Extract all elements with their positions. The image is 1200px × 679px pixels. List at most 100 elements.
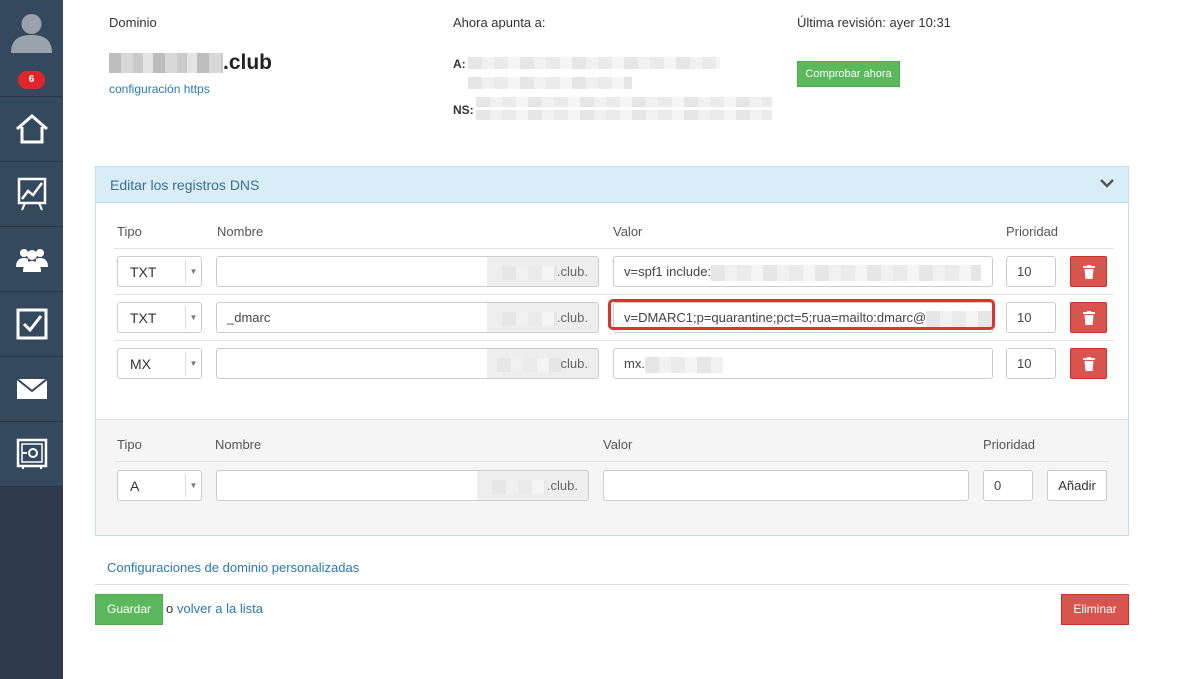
col-priority-header: Prioridad bbox=[1006, 224, 1059, 239]
trash-icon bbox=[1082, 310, 1095, 325]
dns-panel-header[interactable]: Editar los registros DNS bbox=[96, 167, 1128, 203]
redacted-suffix bbox=[501, 265, 557, 280]
divider bbox=[95, 584, 1129, 585]
col-name-header: Nombre bbox=[217, 224, 264, 239]
sidebar-item-mail[interactable] bbox=[0, 357, 63, 422]
record-name-input[interactable] bbox=[216, 348, 488, 379]
delete-record-button[interactable] bbox=[1070, 348, 1107, 379]
or-text: o bbox=[166, 601, 174, 616]
mail-icon bbox=[15, 378, 48, 399]
suffix-text: club. bbox=[560, 356, 588, 371]
dropdown-arrow-icon: ▼ bbox=[185, 474, 201, 497]
dropdown-arrow-icon: ▼ bbox=[185, 352, 201, 375]
dropdown-arrow-icon: ▼ bbox=[185, 260, 201, 283]
redacted-ns-value-2 bbox=[476, 110, 772, 120]
trash-icon bbox=[1082, 264, 1095, 279]
trash-icon bbox=[1082, 356, 1095, 371]
avatar-icon[interactable] bbox=[10, 10, 53, 53]
add-record-section: Tipo Nombre Valor Prioridad A ▼ .club. 0… bbox=[96, 419, 1128, 535]
sidebar-item-tasks[interactable] bbox=[0, 292, 63, 357]
ns-record-label: NS: bbox=[453, 103, 474, 117]
redacted-suffix bbox=[491, 479, 547, 494]
divider bbox=[114, 340, 1114, 341]
redacted-domain bbox=[109, 53, 223, 74]
record-type-value: TXT bbox=[130, 264, 157, 280]
delete-record-button[interactable] bbox=[1070, 302, 1107, 333]
divider bbox=[114, 294, 1114, 295]
sidebar-item-home[interactable] bbox=[0, 97, 63, 162]
domain-suffix: .club. bbox=[487, 256, 599, 287]
sidebar-item-stats[interactable] bbox=[0, 162, 63, 227]
divider bbox=[114, 248, 1114, 249]
record-value-text: mx. bbox=[624, 356, 645, 371]
dns-panel-title: Editar los registros DNS bbox=[110, 177, 260, 193]
new-type-header: Tipo bbox=[117, 437, 142, 452]
redacted-a-value-2 bbox=[468, 77, 632, 89]
new-record-priority-input[interactable]: 0 bbox=[983, 470, 1033, 501]
sidebar-profile: 6 bbox=[0, 0, 63, 97]
sidebar-item-users[interactable] bbox=[0, 227, 63, 292]
col-value-header: Valor bbox=[613, 224, 643, 239]
new-record-type-value: A bbox=[130, 478, 140, 494]
suffix-text: .club. bbox=[556, 310, 588, 325]
notification-badge[interactable]: 6 bbox=[18, 71, 45, 89]
record-name-input[interactable]: _dmarc bbox=[216, 302, 488, 333]
record-priority-input[interactable]: 10 bbox=[1006, 348, 1056, 379]
new-record-name-input[interactable] bbox=[216, 470, 478, 501]
users-icon bbox=[15, 249, 48, 272]
new-name-header: Nombre bbox=[215, 437, 262, 452]
new-record-value-input[interactable] bbox=[603, 470, 969, 501]
record-type-select[interactable]: TXT ▼ bbox=[117, 302, 202, 333]
record-type-select[interactable]: TXT ▼ bbox=[117, 256, 202, 287]
redacted-ns-value bbox=[476, 97, 772, 107]
redacted-a-value bbox=[468, 57, 720, 69]
https-config-link[interactable]: configuración https bbox=[109, 82, 210, 96]
record-priority-input[interactable]: 10 bbox=[1006, 302, 1056, 333]
sidebar-item-backup[interactable] bbox=[0, 422, 63, 487]
chart-icon bbox=[17, 177, 46, 211]
record-value-text: v=spf1 include: bbox=[624, 264, 712, 279]
redacted-value bbox=[711, 264, 982, 281]
points-to-label: Ahora apunta a: bbox=[453, 15, 546, 30]
redacted-value bbox=[644, 356, 723, 373]
delete-domain-button[interactable]: Eliminar bbox=[1061, 594, 1129, 625]
divider bbox=[114, 461, 1110, 462]
check-now-button[interactable]: Comprobar ahora bbox=[797, 61, 900, 87]
safe-icon bbox=[16, 438, 47, 469]
a-record-label: A: bbox=[453, 57, 466, 71]
new-record-type-select[interactable]: A ▼ bbox=[117, 470, 202, 501]
dns-panel: Editar los registros DNS Tipo Nombre Val… bbox=[95, 166, 1129, 536]
redacted-suffix bbox=[501, 311, 557, 326]
highlight-box bbox=[608, 299, 995, 330]
new-priority-header: Prioridad bbox=[983, 437, 1036, 452]
domain-label: Dominio bbox=[109, 15, 157, 30]
save-button[interactable]: Guardar bbox=[95, 594, 163, 625]
record-value-input[interactable]: mx. bbox=[613, 348, 993, 379]
delete-record-button[interactable] bbox=[1070, 256, 1107, 287]
domain-suffix: .club. bbox=[487, 302, 599, 333]
sidebar: 6 bbox=[0, 0, 63, 679]
suffix-text: .club. bbox=[546, 478, 578, 493]
last-review: Última revisión: ayer 10:31 bbox=[797, 15, 951, 30]
record-type-value: MX bbox=[130, 356, 151, 372]
record-type-select[interactable]: MX ▼ bbox=[117, 348, 202, 379]
redacted-suffix bbox=[496, 357, 561, 372]
checkbox-icon bbox=[16, 308, 47, 340]
dropdown-arrow-icon: ▼ bbox=[185, 306, 201, 329]
back-to-list-link[interactable]: volver a la lista bbox=[177, 601, 263, 616]
add-record-button[interactable]: Añadir bbox=[1047, 470, 1107, 501]
domain-suffix: club. bbox=[487, 348, 599, 379]
new-domain-suffix: .club. bbox=[477, 470, 589, 501]
new-value-header: Valor bbox=[603, 437, 633, 452]
record-name-input[interactable] bbox=[216, 256, 488, 287]
record-type-value: TXT bbox=[130, 310, 157, 326]
chevron-down-icon[interactable] bbox=[1100, 178, 1114, 188]
custom-settings-link[interactable]: Configuraciones de dominio personalizada… bbox=[107, 560, 359, 575]
col-type-header: Tipo bbox=[117, 224, 142, 239]
domain-tld: .club bbox=[223, 51, 273, 74]
record-value-input[interactable]: v=spf1 include: bbox=[613, 256, 993, 287]
record-priority-input[interactable]: 10 bbox=[1006, 256, 1056, 287]
home-icon bbox=[15, 114, 48, 144]
domain-name: .club bbox=[109, 51, 272, 75]
suffix-text: .club. bbox=[556, 264, 588, 279]
